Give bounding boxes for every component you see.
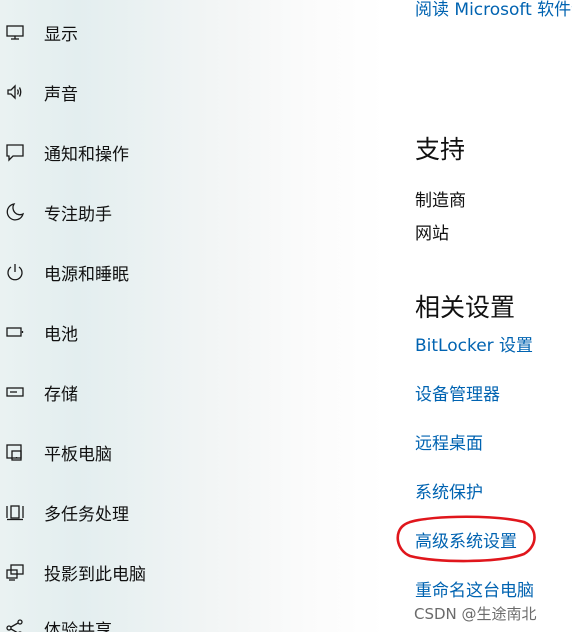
sidebar-item-project-to-pc[interactable]: 投影到此电脑 <box>0 550 385 594</box>
sidebar-item-label: 体验共享 <box>44 620 112 632</box>
share-icon <box>5 618 25 632</box>
support-website-text: 网站 <box>415 224 449 244</box>
sidebar-item-display[interactable]: 显示 <box>0 10 385 54</box>
sidebar-item-label: 平板电脑 <box>44 444 112 465</box>
support-heading: 支持 <box>415 135 466 164</box>
sidebar-item-label: 电源和睡眠 <box>44 264 129 285</box>
remote-desktop-link[interactable]: 远程桌面 <box>415 429 483 454</box>
speaker-icon <box>5 82 25 102</box>
monitor-icon <box>5 22 25 42</box>
sidebar-item-label: 通知和操作 <box>44 144 129 165</box>
rename-pc-link[interactable]: 重命名这台电脑 <box>415 576 534 601</box>
sidebar-item-label: 显示 <box>44 24 78 45</box>
tablet-icon <box>5 442 25 462</box>
sidebar-item-battery[interactable]: 电池 <box>0 310 385 354</box>
multitask-icon <box>5 502 25 522</box>
storage-icon <box>5 382 25 402</box>
watermark: CSDN @生途南北 <box>414 605 537 623</box>
sidebar-item-sound[interactable]: 声音 <box>0 70 385 114</box>
system-protection-link[interactable]: 系统保护 <box>415 478 483 503</box>
sidebar-item-label: 声音 <box>44 84 78 105</box>
sidebar-item-label: 多任务处理 <box>44 504 129 525</box>
sidebar-item-label: 投影到此电脑 <box>44 564 146 585</box>
sidebar-item-label: 存储 <box>44 384 78 405</box>
advanced-system-settings-link[interactable]: 高级系统设置 <box>415 527 517 552</box>
sidebar-item-focus-assist[interactable]: 专注助手 <box>0 190 385 234</box>
settings-window: 显示 声音 通知和操作 专注助手 电源和睡眠 电池 存储 平板电脑 多任务处理 … <box>0 0 572 632</box>
sidebar-item-power-sleep[interactable]: 电源和睡眠 <box>0 250 385 294</box>
battery-icon <box>5 322 25 342</box>
sidebar-item-multitasking[interactable]: 多任务处理 <box>0 490 385 534</box>
sidebar-item-label: 电池 <box>44 324 78 345</box>
sidebar-item-tablet[interactable]: 平板电脑 <box>0 430 385 474</box>
sidebar-item-label: 专注助手 <box>44 204 112 225</box>
notification-icon <box>5 142 25 162</box>
moon-icon <box>5 202 25 222</box>
read-license-link[interactable]: 阅读 Microsoft 软件许 <box>415 0 572 20</box>
project-icon <box>5 562 25 582</box>
device-manager-link[interactable]: 设备管理器 <box>415 380 500 405</box>
sidebar-item-notifications[interactable]: 通知和操作 <box>0 130 385 174</box>
support-manufacturer-text: 制造商 <box>415 191 466 211</box>
sidebar-item-storage[interactable]: 存储 <box>0 370 385 414</box>
related-settings-heading: 相关设置 <box>415 293 516 322</box>
sidebar: 显示 声音 通知和操作 专注助手 电源和睡眠 电池 存储 平板电脑 多任务处理 … <box>0 0 385 632</box>
sidebar-item-shared-experiences[interactable]: 体验共享 <box>0 606 385 632</box>
bitlocker-settings-link[interactable]: BitLocker 设置 <box>415 331 533 356</box>
power-icon <box>5 262 25 282</box>
